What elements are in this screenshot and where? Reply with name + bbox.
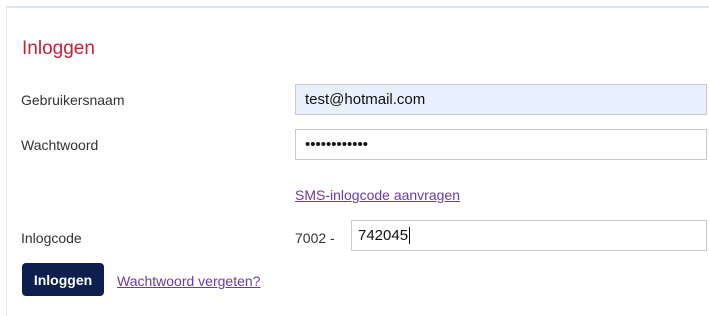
login-code-input[interactable]: 742045 [351,220,707,251]
login-button[interactable]: Inloggen [22,263,104,296]
text-cursor [409,226,411,244]
page-title: Inloggen [22,38,95,59]
login-panel: Inloggen Gebruikersnaam Wachtwoord •••••… [6,6,709,316]
sms-code-request-link[interactable]: SMS-inlogcode aanvragen [295,187,460,203]
forgot-password-link[interactable]: Wachtwoord vergeten? [117,273,260,289]
password-input[interactable]: •••••••••••• [295,129,707,160]
username-label: Gebruikersnaam [21,92,125,108]
login-code-label: Inlogcode [21,230,82,246]
username-input[interactable] [295,84,707,115]
password-label: Wachtwoord [21,137,99,153]
login-code-value: 742045 [358,227,409,244]
login-code-prefix: 7002 - [295,230,335,246]
